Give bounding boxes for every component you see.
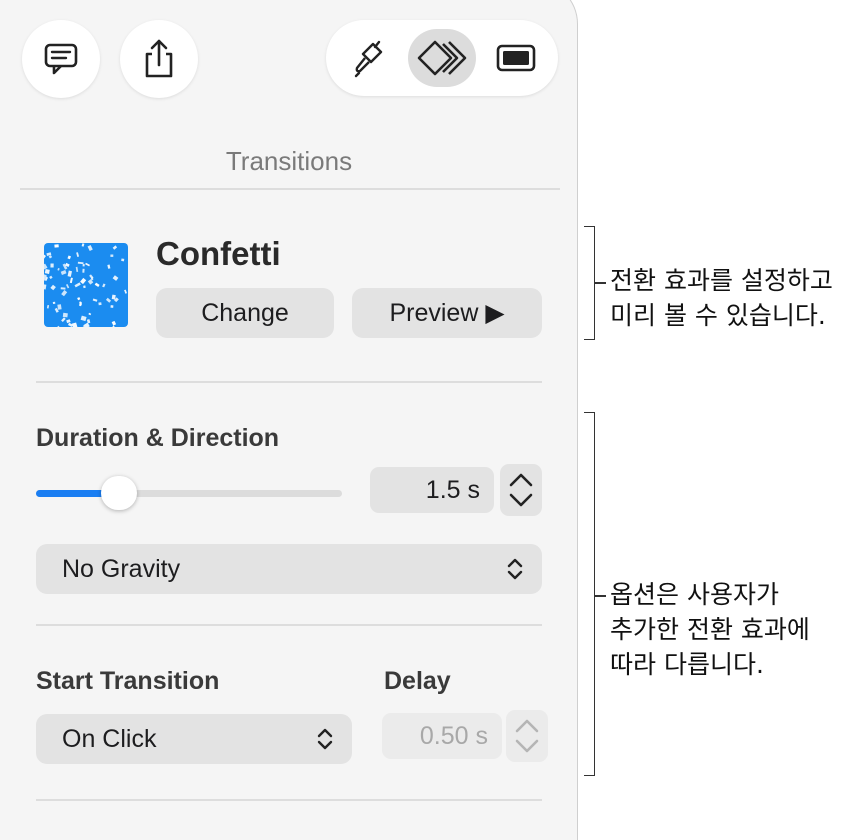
updown-chevron-icon	[317, 728, 333, 750]
chevron-down-icon	[509, 493, 533, 507]
direction-select[interactable]: No Gravity	[36, 544, 542, 594]
section-divider	[36, 799, 542, 801]
callout-bottom-line2: 추가한 전환 효과에	[610, 615, 810, 644]
duration-direction-label: Duration & Direction	[36, 424, 280, 452]
title-divider	[20, 188, 560, 190]
preview-button[interactable]: Preview ▶	[352, 288, 542, 338]
format-tab[interactable]	[336, 29, 404, 87]
start-transition-label: Start Transition	[36, 667, 220, 695]
share-icon	[145, 39, 173, 78]
callout-bracket-bottom-tick	[594, 595, 606, 597]
animate-diamond-icon	[417, 40, 467, 76]
duration-slider[interactable]	[36, 490, 342, 497]
document-icon	[496, 44, 536, 72]
confetti-piece	[54, 244, 59, 248]
confetti-piece	[50, 263, 54, 268]
start-transition-value: On Click	[62, 724, 157, 753]
confetti-thumbnail[interactable]	[44, 243, 128, 327]
callout-bracket-bottom	[584, 412, 595, 776]
confetti-piece	[98, 302, 102, 306]
callout-bottom-line3: 따라 다릅니다.	[610, 650, 764, 679]
document-tab[interactable]	[482, 29, 550, 87]
confetti-piece	[83, 285, 86, 289]
confetti-piece	[111, 294, 116, 300]
confetti-piece	[60, 287, 66, 290]
chevron-up-icon	[509, 473, 533, 487]
confetti-piece	[82, 264, 85, 267]
duration-stepper[interactable]	[500, 464, 542, 516]
animate-tab[interactable]	[408, 29, 476, 87]
confetti-piece	[110, 254, 114, 257]
share-button[interactable]	[120, 20, 198, 98]
duration-field[interactable]: 1.5 s	[370, 467, 494, 513]
duration-slider-knob[interactable]	[100, 476, 137, 510]
callout-top-line1: 전환 효과를 설정하고	[610, 266, 833, 295]
comment-button[interactable]	[22, 20, 100, 98]
delay-field[interactable]: 0.50 s	[382, 713, 502, 759]
panel-title: Transitions	[225, 146, 353, 176]
callout-top: 전환 효과를 설정하고 미리 볼 수 있습니다.	[610, 263, 833, 333]
confetti-piece	[44, 269, 50, 274]
transition-name: Confetti	[156, 235, 281, 272]
chevron-up-icon	[515, 719, 539, 733]
callout-bottom: 옵션은 사용자가 추가한 전환 효과에 따라 다릅니다.	[610, 577, 810, 682]
updown-chevron-icon	[507, 558, 523, 580]
confetti-piece	[121, 258, 125, 262]
section-divider	[36, 381, 542, 383]
change-button[interactable]: Change	[156, 288, 334, 338]
callout-bracket-top-tick	[594, 282, 606, 284]
confetti-piece	[62, 312, 68, 318]
paintbrush-icon	[354, 40, 383, 78]
chevron-down-icon	[515, 739, 539, 753]
delay-label: Delay	[384, 667, 451, 695]
inspector-tab-group	[326, 20, 558, 96]
confetti-piece	[82, 268, 85, 273]
start-transition-select[interactable]: On Click	[36, 714, 352, 764]
confetti-piece	[110, 305, 114, 308]
section-divider	[36, 624, 542, 626]
confetti-piece	[52, 301, 56, 305]
direction-select-value: No Gravity	[62, 554, 181, 583]
confetti-piece	[57, 304, 62, 310]
callout-bottom-line1: 옵션은 사용자가	[610, 580, 779, 609]
callout-top-line2: 미리 볼 수 있습니다.	[610, 301, 826, 330]
confetti-piece	[91, 277, 94, 281]
comment-icon	[44, 43, 78, 75]
delay-stepper[interactable]	[506, 710, 548, 762]
